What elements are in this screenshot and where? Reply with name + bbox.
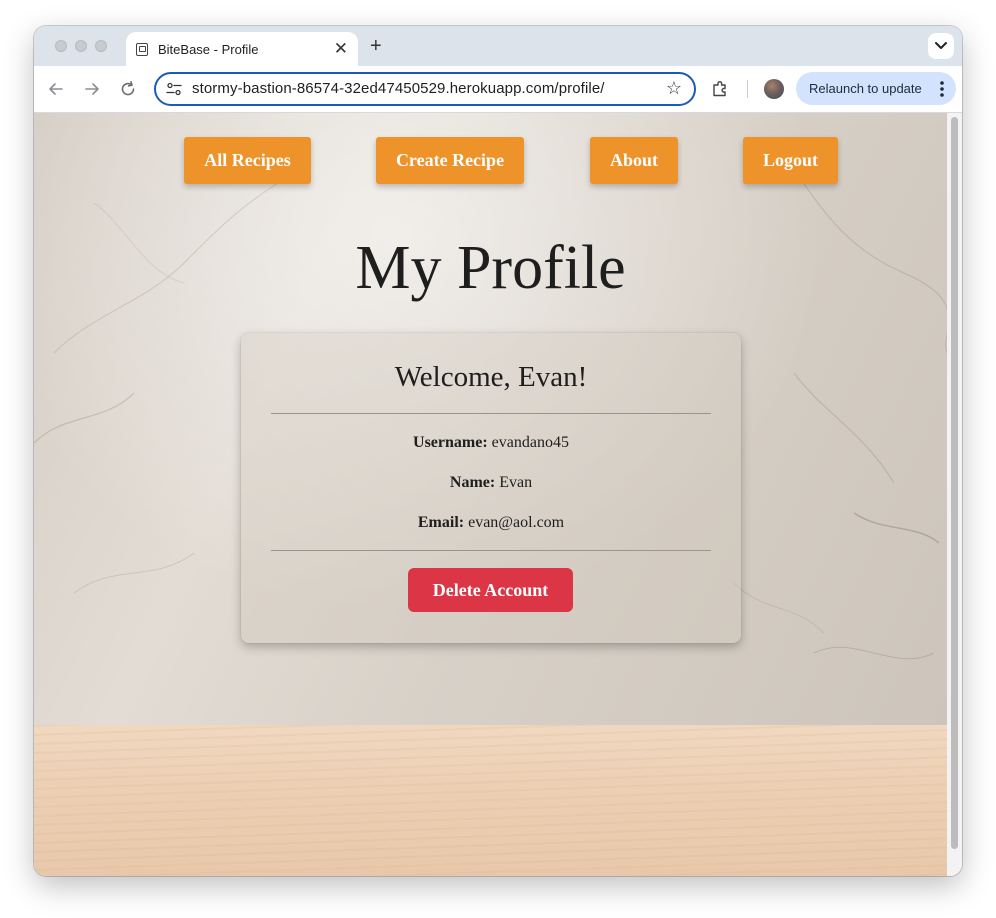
browser-toolbar: stormy-bastion-86574-32ed47450529.heroku… bbox=[34, 66, 962, 113]
page-scrollbar[interactable] bbox=[947, 113, 962, 876]
welcome-heading: Welcome, Evan! bbox=[394, 361, 588, 393]
username-row: Username: evandano45 bbox=[241, 434, 741, 452]
profile-card: Welcome, Evan! Username: evandano45 Name… bbox=[241, 333, 741, 643]
close-window-button[interactable] bbox=[55, 40, 67, 52]
page-viewport: All Recipes Create Recipe About Logout M… bbox=[34, 113, 947, 876]
scrollbar-thumb[interactable] bbox=[951, 117, 958, 849]
address-bar[interactable]: stormy-bastion-86574-32ed47450529.heroku… bbox=[154, 72, 696, 106]
email-row: Email: evan@aol.com bbox=[241, 514, 741, 532]
url-text[interactable]: stormy-bastion-86574-32ed47450529.heroku… bbox=[192, 80, 605, 97]
tab-bitebase-profile[interactable]: BiteBase - Profile ✕ bbox=[126, 32, 358, 66]
browser-window: BiteBase - Profile ✕ + stormy-bastion-86… bbox=[34, 26, 962, 876]
close-tab-icon[interactable]: ✕ bbox=[334, 39, 348, 59]
reload-icon[interactable] bbox=[118, 79, 138, 99]
card-divider-top bbox=[271, 413, 711, 414]
back-arrow-icon[interactable] bbox=[46, 79, 66, 99]
name-row: Name: Evan bbox=[241, 474, 741, 492]
tab-strip: BiteBase - Profile ✕ + bbox=[34, 26, 962, 66]
email-label: Email: bbox=[417, 514, 465, 531]
card-divider-bottom bbox=[271, 550, 711, 551]
tab-search-button[interactable] bbox=[928, 33, 954, 59]
chevron-down-icon bbox=[935, 42, 947, 49]
nav-all-recipes-button[interactable]: All Recipes bbox=[184, 137, 311, 184]
email-value: evan@aol.com bbox=[468, 514, 565, 531]
new-tab-button[interactable]: + bbox=[370, 34, 382, 58]
username-value: evandano45 bbox=[491, 434, 569, 451]
extensions-puzzle-icon[interactable] bbox=[710, 79, 730, 99]
bookmark-star-icon[interactable]: ☆ bbox=[666, 78, 682, 99]
nav-about-button[interactable]: About bbox=[590, 137, 678, 184]
wood-table-background bbox=[34, 725, 947, 876]
tab-title: BiteBase - Profile bbox=[158, 42, 259, 57]
delete-account-button[interactable]: Delete Account bbox=[408, 568, 573, 612]
name-value: Evan bbox=[499, 474, 533, 491]
relaunch-to-update-button[interactable]: Relaunch to update bbox=[796, 72, 956, 105]
nav-logout-button[interactable]: Logout bbox=[743, 137, 838, 184]
site-settings-icon[interactable] bbox=[166, 82, 182, 96]
zoom-window-button[interactable] bbox=[95, 40, 107, 52]
profile-avatar[interactable] bbox=[764, 79, 784, 99]
name-label: Name: bbox=[449, 474, 496, 491]
page-title: My Profile bbox=[355, 234, 626, 302]
more-menu-icon[interactable] bbox=[940, 81, 944, 97]
nav-create-recipe-button[interactable]: Create Recipe bbox=[376, 137, 524, 184]
username-label: Username: bbox=[413, 434, 488, 451]
relaunch-label: Relaunch to update bbox=[809, 81, 922, 96]
minimize-window-button[interactable] bbox=[75, 40, 87, 52]
page-favicon-icon bbox=[136, 43, 148, 56]
forward-arrow-icon[interactable] bbox=[82, 79, 102, 99]
toolbar-divider bbox=[747, 80, 748, 98]
